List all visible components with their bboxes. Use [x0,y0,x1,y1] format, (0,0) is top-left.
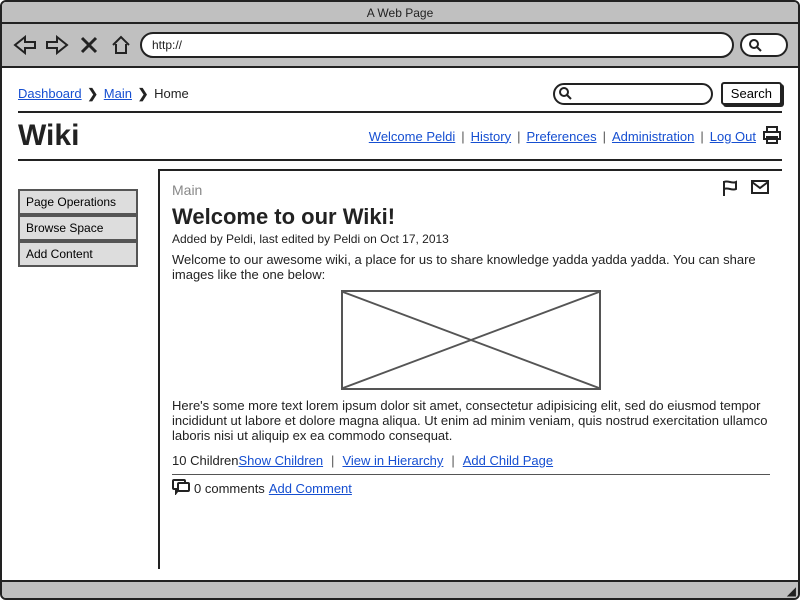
page-title: Welcome to our Wiki! [172,204,770,230]
flag-icon[interactable] [720,179,740,200]
top-nav: Welcome Peldi| History| Preferences| Adm… [369,126,782,147]
comments-count: 0 comments [194,481,265,496]
top-row: Dashboard ❯ Main ❯ Home Search [18,82,782,105]
nav-logout[interactable]: Log Out [710,129,756,144]
magnifier-icon [558,86,572,100]
view-hierarchy-link[interactable]: View in Hierarchy [342,453,443,468]
nav-administration[interactable]: Administration [612,129,694,144]
divider [18,111,782,113]
divider [18,159,782,161]
comment-icon [172,479,190,498]
comments-row: 0 comments Add Comment [172,479,770,498]
mail-icon[interactable] [750,179,770,200]
magnifier-icon [748,38,762,52]
add-child-page-link[interactable]: Add Child Page [463,453,553,468]
browser-toolbar: http:// [2,24,798,68]
search-input[interactable] [553,83,713,105]
resize-handle-icon[interactable]: ◢ [787,584,796,598]
print-icon[interactable] [762,126,782,147]
add-comment-link[interactable]: Add Comment [269,481,352,496]
home-icon[interactable] [108,32,134,58]
sidebar-add-content[interactable]: Add Content [18,241,138,267]
sidebar-page-operations[interactable]: Page Operations [18,189,138,215]
page-content: Dashboard ❯ Main ❯ Home Search Wiki Welc… [2,68,798,569]
back-icon[interactable] [12,32,38,58]
page-paragraph-2: Here's some more text lorem ipsum dolor … [172,398,770,443]
browser-window: A Web Page http:// Dashboard ❯ Main ❯ Ho… [0,0,800,600]
browser-search[interactable] [740,33,788,57]
breadcrumb-dashboard[interactable]: Dashboard [18,86,82,101]
nav-preferences[interactable]: Preferences [526,129,596,144]
site-search: Search [553,82,782,105]
url-text: http:// [152,38,182,52]
site-title: Wiki [18,119,79,153]
page-panel: Main Welcome to our Wiki! Added by Peldi… [158,169,782,569]
sidebar: Page Operations Browse Space Add Content [18,169,158,569]
space-name: Main [172,182,202,198]
status-bar: ◢ [2,580,798,598]
header-row: Wiki Welcome Peldi| History| Preferences… [18,119,782,153]
breadcrumb-sep: ❯ [138,86,149,101]
breadcrumb-home: Home [154,86,189,101]
breadcrumb-sep: ❯ [87,86,98,101]
url-input[interactable]: http:// [140,32,734,58]
sidebar-browse-space[interactable]: Browse Space [18,215,138,241]
page-paragraph-1: Welcome to our awesome wiki, a place for… [172,252,770,282]
stop-icon[interactable] [76,32,102,58]
nav-welcome[interactable]: Welcome Peldi [369,129,455,144]
show-children-link[interactable]: Show Children [239,453,324,468]
breadcrumb-main[interactable]: Main [104,86,132,101]
window-title: A Web Page [2,2,798,24]
children-count: 10 Children [172,453,239,468]
search-button[interactable]: Search [721,82,782,105]
forward-icon[interactable] [44,32,70,58]
divider [172,474,770,475]
nav-history[interactable]: History [471,129,511,144]
main-area: Page Operations Browse Space Add Content… [18,169,782,569]
image-placeholder [341,290,601,390]
children-row: 10 Children Show Children | View in Hier… [172,453,770,468]
page-meta: Added by Peldi, last edited by Peldi on … [172,232,770,246]
breadcrumb: Dashboard ❯ Main ❯ Home [18,86,189,102]
